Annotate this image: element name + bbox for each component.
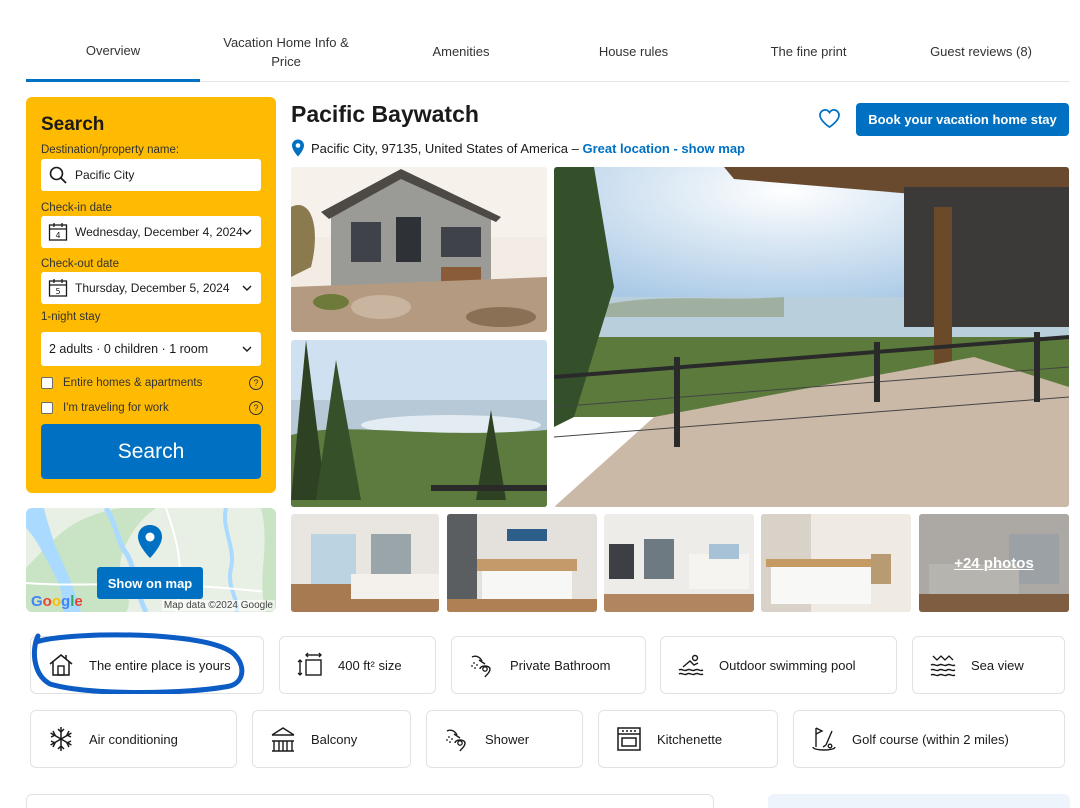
tab-guest-reviews[interactable]: Guest reviews (8) (911, 22, 1051, 81)
facility-entire-place: The entire place is yours (30, 636, 264, 694)
stay-length: 1-night stay (41, 311, 101, 323)
facility-shower: Shower (426, 710, 583, 768)
tab-overview[interactable]: Overview (26, 22, 200, 82)
house-icon (47, 651, 75, 679)
checkin-label: Check-in date (41, 202, 112, 214)
book-stay-button[interactable]: Book your vacation home stay (856, 103, 1069, 136)
checkout-date-field[interactable]: 5 Thursday, December 5, 2024 (41, 272, 261, 304)
guests-select[interactable]: 2 adults · 0 children · 1 room (41, 332, 261, 366)
facility-label: Balcony (311, 731, 358, 747)
chevron-down-icon (242, 346, 252, 352)
shower-icon (468, 651, 496, 679)
tab-fine-print[interactable]: The fine print (741, 22, 876, 81)
photo-exterior[interactable] (291, 167, 547, 332)
facility-air-conditioning: Air conditioning (30, 710, 237, 768)
checkin-day: 4 (55, 231, 60, 240)
search-icon (47, 164, 69, 186)
work-travel-label: I'm traveling for work (63, 402, 169, 414)
facility-size: 400 ft² size (279, 636, 436, 694)
facility-outdoor-pool: Outdoor swimming pool (660, 636, 897, 694)
checkbox[interactable] (41, 402, 53, 414)
facility-label: Kitchenette (657, 731, 723, 747)
facility-private-bathroom: Private Bathroom (451, 636, 646, 694)
entire-homes-label: Entire homes & apartments (63, 377, 203, 389)
kitchen-image (604, 514, 754, 612)
destination-input[interactable]: Pacific City (41, 159, 261, 191)
property-name: Pacific Baywatch (291, 101, 479, 127)
bedroom-image (447, 514, 597, 612)
facility-label: The entire place is yours (89, 657, 231, 673)
checkbox[interactable] (41, 377, 53, 389)
golf-icon (810, 725, 838, 753)
snowflake-icon (47, 725, 75, 753)
property-tabs: Overview Vacation Home Info & Price Amen… (26, 22, 1070, 82)
calendar-icon: 4 (47, 221, 69, 243)
facility-label: 400 ft² size (338, 657, 402, 673)
photo-thumb-3[interactable] (604, 514, 754, 612)
google-logo: Google (31, 593, 83, 610)
destination-label: Destination/property name: (41, 144, 180, 156)
checkout-label: Check-out date (41, 258, 119, 270)
property-address: Pacific City, 97135, United States of Am… (291, 139, 745, 157)
photo-thumb-2[interactable] (447, 514, 597, 612)
calendar-icon: 5 (47, 277, 69, 299)
facility-golf-course: Golf course (within 2 miles) (793, 710, 1065, 768)
facility-kitchenette: Kitchenette (598, 710, 778, 768)
photo-deck-main[interactable] (554, 167, 1069, 507)
facility-sea-view: Sea view (912, 636, 1065, 694)
chevron-down-icon (242, 229, 252, 235)
show-map-link[interactable]: Great location - show map (582, 141, 745, 156)
deck-view-image (554, 167, 1069, 507)
search-title: Search (41, 114, 105, 135)
destination-value: Pacific City (75, 168, 135, 182)
location-pin-icon (292, 139, 304, 157)
tab-amenities[interactable]: Amenities (396, 22, 526, 81)
highlights-card (768, 794, 1070, 808)
checkout-value: Thursday, December 5, 2024 (75, 281, 230, 295)
waves-icon (929, 651, 957, 679)
shower-icon (443, 725, 471, 753)
bedroom-bed-image (761, 514, 911, 612)
checkout-day: 5 (55, 287, 60, 296)
pool-icon (677, 651, 705, 679)
facility-balcony: Balcony (252, 710, 411, 768)
help-icon[interactable]: ? (249, 376, 263, 390)
size-arrows-icon (296, 651, 324, 679)
photo-thumb-more[interactable]: +24 photos (919, 514, 1069, 612)
facility-label: Private Bathroom (510, 657, 611, 673)
facility-label: Air conditioning (89, 731, 178, 747)
photo-thumb-4[interactable] (761, 514, 911, 612)
map-credit: Map data ©2024 Google (161, 600, 275, 611)
work-travel-checkbox[interactable]: I'm traveling for work ? (41, 400, 263, 416)
search-button[interactable]: Search (41, 424, 261, 479)
chevron-down-icon (242, 285, 252, 291)
heart-icon[interactable] (818, 108, 841, 129)
coast-view-image (291, 340, 547, 507)
photo-thumb-1[interactable] (291, 514, 439, 612)
entire-homes-checkbox[interactable]: Entire homes & apartments ? (41, 375, 263, 391)
checkin-date-field[interactable]: 4 Wednesday, December 4, 2024 (41, 216, 261, 248)
facility-label: Shower (485, 731, 530, 747)
photo-view-trees[interactable] (291, 340, 547, 507)
tab-info-price[interactable]: Vacation Home Info & Price (216, 22, 356, 81)
map-preview[interactable]: Show on map Google Map data ©2024 Google (26, 508, 276, 612)
facility-label: Outdoor swimming pool (719, 657, 856, 673)
more-photos-link[interactable]: +24 photos (919, 514, 1069, 612)
oven-icon (615, 725, 643, 753)
facility-label: Sea view (971, 657, 1024, 673)
tab-house-rules[interactable]: House rules (566, 22, 701, 81)
house-exterior-image (291, 167, 547, 332)
checkin-value: Wednesday, December 4, 2024 (75, 225, 243, 239)
address-text: Pacific City, 97135, United States of Am… (311, 140, 579, 156)
show-on-map-button[interactable]: Show on map (97, 567, 203, 599)
living-room-image (291, 514, 439, 612)
balcony-icon (269, 725, 297, 753)
help-icon[interactable]: ? (249, 401, 263, 415)
search-panel: Search Destination/property name: Pacifi… (26, 97, 276, 493)
guests-value: 2 adults · 0 children · 1 room (49, 342, 209, 356)
description-card (26, 794, 714, 808)
facility-label: Golf course (within 2 miles) (852, 731, 1009, 747)
